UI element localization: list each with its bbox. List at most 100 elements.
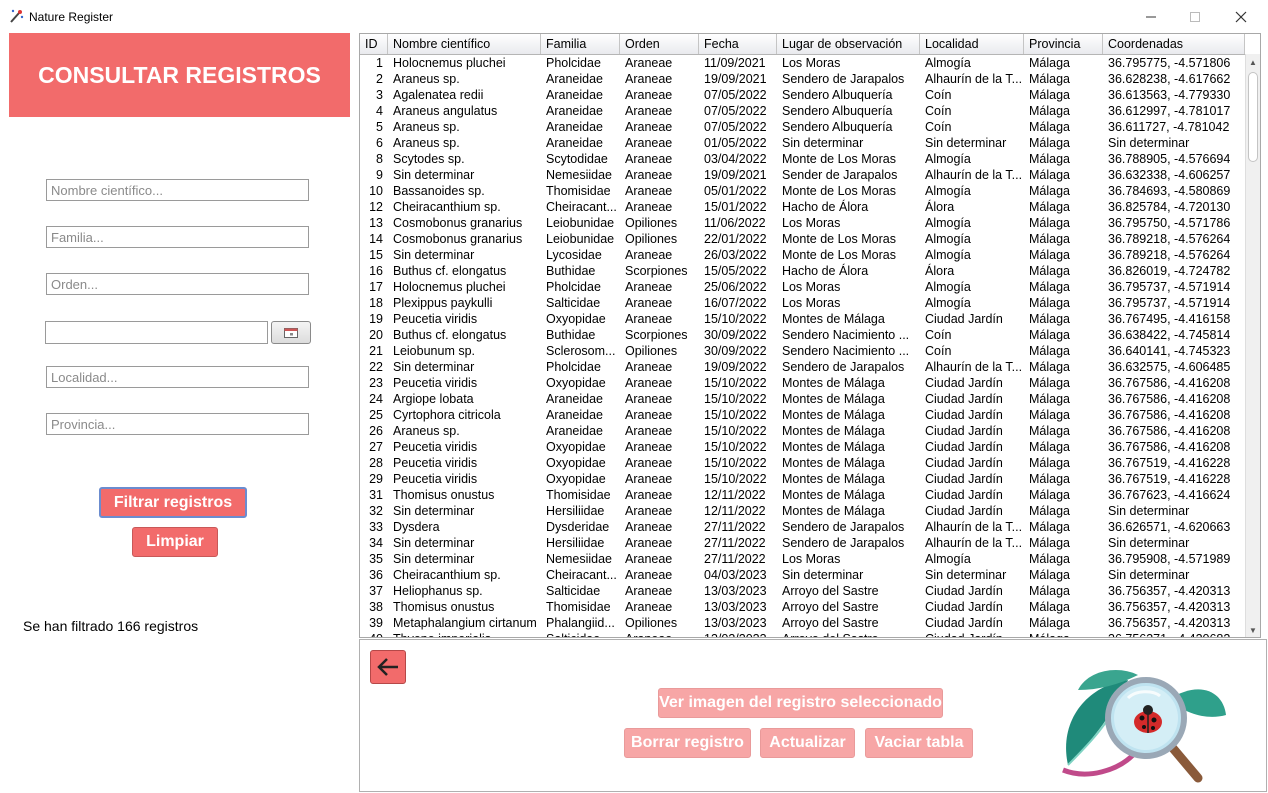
table-cell: 14	[369, 232, 383, 246]
table-row[interactable]: 40Thyene imperialisSalticidaeAraneae13/0…	[360, 631, 1245, 637]
table-row[interactable]: 29 Peucetia viridis Oxyopidae Araneae 15/10/…	[360, 471, 1245, 487]
table-row[interactable]: 20 Buthus cf. elongatus Buthidae Scorpiones…	[360, 327, 1245, 343]
table-row[interactable]: 21 Leiobunum sp. Sclerosom... Opiliones 30/0…	[360, 343, 1245, 359]
date-field[interactable]	[45, 321, 268, 344]
table-row[interactable]: 24 Argiope lobata Araneidae Araneae 15/10/20…	[360, 391, 1245, 407]
table-cell: Hacho de Álora	[782, 200, 869, 214]
family-input[interactable]	[47, 227, 308, 247]
delete-record-button[interactable]: Borrar registro	[624, 728, 751, 758]
table-row[interactable]: 22 Sin determinar Pholcidae Araneae 19/09/20…	[360, 359, 1245, 375]
column-header[interactable]: Fecha	[699, 34, 777, 54]
table-row[interactable]: 34 Sin determinar Hersiliidae Araneae 27/11/…	[360, 535, 1245, 551]
table-cell: 3	[376, 88, 383, 102]
date-picker-button[interactable]	[271, 321, 311, 344]
table-cell: 40	[360, 631, 388, 637]
table-row[interactable]: 13 Cosmobonus granarius Leiobunidae Opilion…	[360, 215, 1245, 231]
table-cell: Montes de Málaga	[782, 408, 885, 422]
table-cell: Alhaurín de la T...	[925, 360, 1023, 374]
table-row[interactable]: 33 Dysdera Dysderidae Araneae 27/11/2022 Send…	[360, 519, 1245, 535]
column-header[interactable]: Provincia	[1024, 34, 1103, 54]
locality-field[interactable]	[46, 366, 309, 388]
table-cell: 36.611727, -4.781042	[1108, 120, 1230, 134]
table-row[interactable]: 35 Sin determinar Nemesiidae Araneae 27/11/2…	[360, 551, 1245, 567]
table-row[interactable]: 14 Cosmobonus granarius Leiobunidae Opilion…	[360, 231, 1245, 247]
table-cell: 35	[369, 552, 383, 566]
table-row[interactable]: 39 Metaphalangium cirtanum Phalangiid... Op…	[360, 615, 1245, 631]
table-row[interactable]: 10 Bassanoides sp. Thomisidae Araneae 05/01/…	[360, 183, 1245, 199]
column-header[interactable]: Orden	[620, 34, 699, 54]
table-row[interactable]: 6 Araneus sp. Araneidae Araneae 01/05/2022 Si…	[360, 135, 1245, 151]
table-cell: Bassanoides sp.	[393, 184, 485, 198]
table-cell: Cheiracant...	[546, 568, 617, 582]
scientific-name-field[interactable]	[46, 179, 309, 201]
table-row[interactable]: 1 Holocnemus pluchei Pholcidae Araneae 11/09…	[360, 55, 1245, 71]
table-cell: 36.628238, -4.617662	[1108, 72, 1231, 86]
table-cell: 36.795750, -4.571786	[1108, 216, 1231, 230]
table-row[interactable]: 12 Cheiracanthium sp. Cheiracant... Araneae…	[360, 199, 1245, 215]
update-button[interactable]: Actualizar	[760, 728, 855, 758]
table-row[interactable]: 38 Thomisus onustus Thomisidae Araneae 13/03…	[360, 599, 1245, 615]
table-cell: Los Moras	[782, 296, 841, 310]
maximize-button[interactable]	[1172, 2, 1218, 32]
family-field[interactable]	[46, 226, 309, 248]
column-header[interactable]: Lugar de observación	[777, 34, 920, 54]
view-image-button[interactable]: Ver imagen del registro seleccionado	[658, 688, 943, 718]
table-row[interactable]: 9 Sin determinar Nemesiidae Araneae 19/09/20…	[360, 167, 1245, 183]
table-row[interactable]: 27 Peucetia viridis Oxyopidae Araneae 15/10/…	[360, 439, 1245, 455]
order-field[interactable]	[46, 273, 309, 295]
table-cell: Hersiliidae	[546, 504, 605, 518]
table-row[interactable]: 16 Buthus cf. elongatus Buthidae Scorpiones…	[360, 263, 1245, 279]
clear-button[interactable]: Limpiar	[132, 527, 218, 557]
table-row[interactable]: 26 Araneus sp. Araneidae Araneae 15/10/2022 M…	[360, 423, 1245, 439]
scrollbar-thumb[interactable]	[1248, 72, 1258, 162]
locality-input[interactable]	[47, 367, 308, 387]
column-header[interactable]: ID	[360, 34, 388, 54]
app-icon	[10, 9, 24, 23]
minimize-button[interactable]	[1128, 2, 1174, 32]
table-cell: Almogía	[925, 248, 971, 262]
scientific-name-input[interactable]	[47, 180, 308, 200]
table-row[interactable]: 37 Heliophanus sp. Salticidae Araneae 13/03/…	[360, 583, 1245, 599]
table-cell: Sendero Nacimiento ...	[782, 344, 910, 358]
table-row[interactable]: 2 Araneus sp. Araneidae Araneae 19/09/2021 Se…	[360, 71, 1245, 87]
empty-table-button[interactable]: Vaciar tabla	[865, 728, 973, 758]
table-row[interactable]: 25 Cyrtophora citricola Araneidae Araneae 15…	[360, 407, 1245, 423]
back-button[interactable]	[370, 650, 406, 684]
table-cell: Thyene imperialis	[388, 631, 541, 637]
scroll-down-icon[interactable]: ▼	[1246, 622, 1260, 637]
filter-button[interactable]: Filtrar registros	[99, 487, 247, 518]
province-field[interactable]	[46, 413, 309, 435]
table-row[interactable]: 5 Araneus sp. Araneidae Araneae 07/05/2022 Se…	[360, 119, 1245, 135]
table-cell: Málaga	[1029, 56, 1070, 70]
table-row[interactable]: 19 Peucetia viridis Oxyopidae Araneae 15/10/…	[360, 311, 1245, 327]
province-input[interactable]	[47, 414, 308, 434]
table-row[interactable]: 28 Peucetia viridis Oxyopidae Araneae 15/10/…	[360, 455, 1245, 471]
table-row[interactable]: 8 Scytodes sp. Scytodidae Araneae 03/04/2022…	[360, 151, 1245, 167]
table-cell: 36.767519, -4.416228	[1108, 472, 1231, 486]
table-cell: Araneae	[625, 56, 673, 70]
table-cell: Sin determinar	[1108, 504, 1190, 518]
table-cell: Araneae	[625, 520, 673, 534]
table-row[interactable]: 36 Cheiracanthium sp. Cheiracant... Araneae…	[360, 567, 1245, 583]
column-header[interactable]: Coordenadas	[1103, 34, 1245, 54]
table-cell: Leiobunidae	[546, 216, 615, 230]
table-row[interactable]: 32 Sin determinar Hersiliidae Araneae 12/11/…	[360, 503, 1245, 519]
table-cell: Araneidae	[546, 392, 603, 406]
table-row[interactable]: 18 Plexippus paykulli Salticidae Araneae 16/…	[360, 295, 1245, 311]
table-row[interactable]: 3 Agalenatea redii Araneidae Araneae 07/05/2…	[360, 87, 1245, 103]
table-cell: Ciudad Jardín	[925, 440, 1003, 454]
table-cell: Málaga	[1029, 616, 1070, 630]
close-button[interactable]	[1218, 2, 1264, 32]
table-row[interactable]: 17 Holocnemus pluchei Pholcidae Araneae 25/0…	[360, 279, 1245, 295]
table-row[interactable]: 31 Thomisus onustus Thomisidae Araneae 12/11…	[360, 487, 1245, 503]
column-header[interactable]: Familia	[541, 34, 620, 54]
order-input[interactable]	[47, 274, 308, 294]
table-cell: 25	[369, 408, 383, 422]
vertical-scrollbar[interactable]: ▲ ▼	[1245, 54, 1260, 637]
table-row[interactable]: 4 Araneus angulatus Araneidae Araneae 07/05/…	[360, 103, 1245, 119]
scroll-up-icon[interactable]: ▲	[1246, 54, 1260, 70]
column-header[interactable]: Nombre científico	[388, 34, 541, 54]
table-row[interactable]: 15 Sin determinar Lycosidae Araneae 26/03/20…	[360, 247, 1245, 263]
column-header[interactable]: Localidad	[920, 34, 1024, 54]
table-row[interactable]: 23 Peucetia viridis Oxyopidae Araneae 15/10/…	[360, 375, 1245, 391]
